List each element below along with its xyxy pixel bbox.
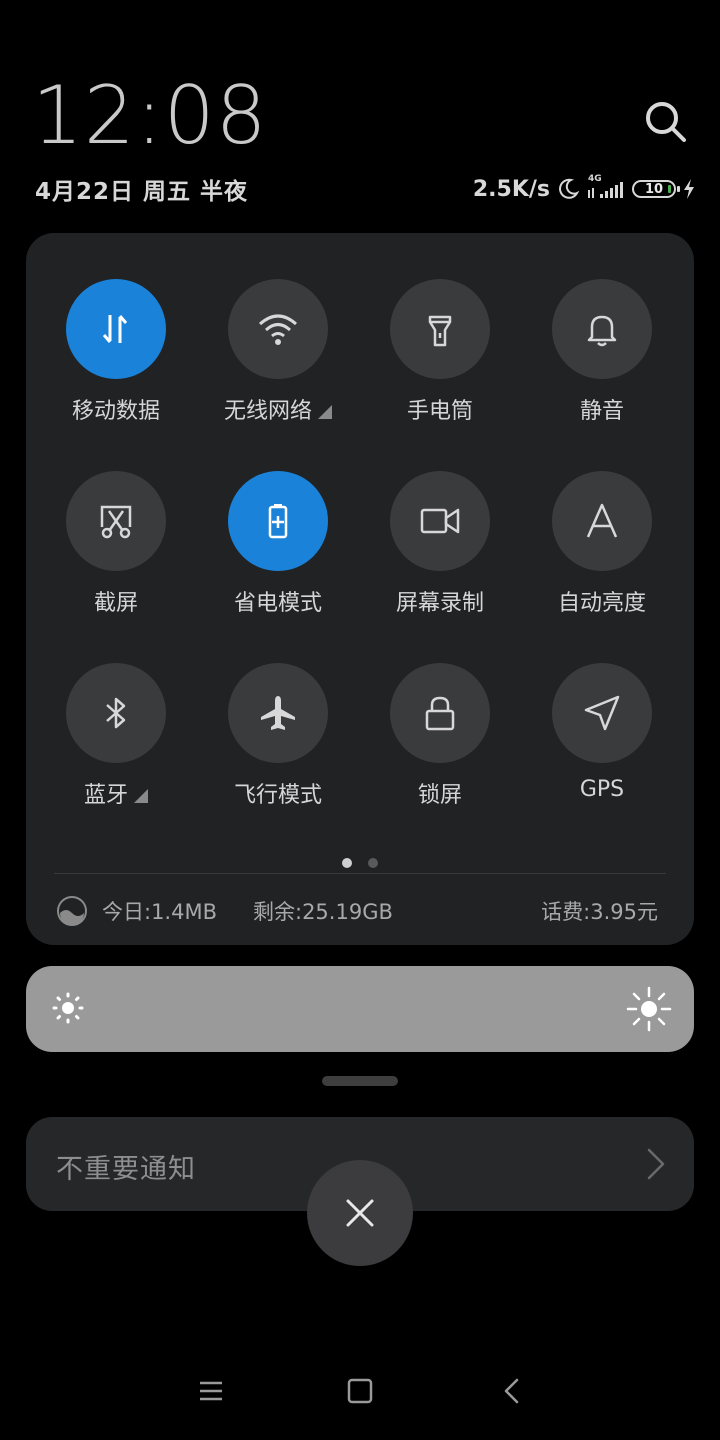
tile-mute[interactable]: 静音: [532, 279, 672, 425]
today-usage: 今日:1.4MB: [102, 900, 217, 924]
search-button[interactable]: [642, 98, 690, 146]
tile-label: 自动亮度: [557, 591, 646, 616]
wifi-icon: [259, 314, 297, 345]
tile-label-row: 蓝牙: [46, 777, 186, 809]
tile-battery-saver-circle[interactable]: [228, 471, 328, 571]
moon-icon: [559, 178, 580, 199]
divider: [54, 873, 666, 874]
tile-label: 屏幕录制: [395, 591, 484, 616]
location-arrow-icon: [584, 695, 620, 731]
drag-handle[interactable]: [322, 1076, 398, 1086]
data-usage-row[interactable]: 今日:1.4MB 剩余:25.19GB 话费:3.95元: [56, 889, 658, 933]
tile-label: 锁屏: [417, 783, 462, 808]
tile-label: 截屏: [93, 591, 138, 616]
search-icon: [646, 102, 686, 142]
clock: 12:08: [32, 69, 268, 162]
battery-level: 10: [644, 181, 664, 197]
brightness-low-icon: [52, 992, 84, 1024]
tile-label: 蓝牙: [83, 783, 128, 808]
tile-mute-circle[interactable]: [552, 279, 652, 379]
signal-bars-icon: [588, 182, 623, 198]
clear-all-button[interactable]: [307, 1160, 413, 1266]
expand-triangle-icon: [318, 405, 332, 419]
signal-strength-icon: 4G: [586, 174, 626, 202]
tile-lock-screen-circle[interactable]: [390, 663, 490, 763]
phone-balance: 话费:3.95元: [541, 900, 658, 924]
tile-label: 移动数据: [71, 399, 160, 424]
tile-battery-saver[interactable]: 省电模式: [208, 471, 348, 617]
tile-wifi[interactable]: 无线网络: [208, 279, 348, 425]
back-chevron-icon: [504, 1378, 519, 1404]
brightness-slider[interactable]: [26, 966, 694, 1052]
home-button[interactable]: [347, 1378, 373, 1408]
network-speed: 2.5K/s: [472, 176, 550, 202]
home-square-icon: [347, 1378, 373, 1404]
brightness-high-icon: [626, 986, 672, 1032]
tile-mobile-data[interactable]: 移动数据: [46, 279, 186, 425]
tile-label: 静音: [579, 399, 624, 424]
notification-label: 不重要通知: [56, 1154, 196, 1185]
tile-screen-record-circle[interactable]: [390, 471, 490, 571]
tile-airplane-circle[interactable]: [228, 663, 328, 763]
lock-icon: [425, 696, 455, 731]
tile-label: 手电筒: [406, 399, 473, 424]
video-camera-icon: [420, 508, 460, 534]
recents-button[interactable]: [198, 1378, 224, 1408]
tile-gps-circle[interactable]: [552, 663, 652, 763]
tile-mobile-data-circle[interactable]: [66, 279, 166, 379]
mobile-data-icon: [102, 315, 128, 343]
battery-tip: [677, 186, 680, 192]
tile-lock-screen[interactable]: 锁屏: [370, 663, 510, 809]
battery-fill: [668, 185, 671, 193]
tile-label: 省电模式: [233, 591, 322, 616]
tile-auto-brightness-circle[interactable]: [552, 471, 652, 571]
page-dot-active[interactable]: [342, 858, 352, 868]
notification-shade: 12:08 4月22日 周五 半夜 2.5K/s 4G 10 移动数据 无线网络…: [0, 0, 720, 1440]
tile-screenshot-circle[interactable]: [66, 471, 166, 571]
menu-icon: [200, 1381, 222, 1401]
data-usage-icon: [57, 896, 87, 926]
chevron-right-icon: [647, 1148, 665, 1180]
tile-label-row: 无线网络: [208, 393, 348, 425]
tile-wifi-circle[interactable]: [228, 279, 328, 379]
tile-flashlight[interactable]: 手电筒: [370, 279, 510, 425]
battery-saver-icon: [268, 504, 288, 539]
tile-auto-brightness[interactable]: 自动亮度: [532, 471, 672, 617]
tile-label: 飞行模式: [233, 783, 322, 808]
bell-icon: [587, 315, 617, 347]
flashlight-icon: [428, 315, 452, 347]
auto-brightness-icon: [586, 503, 618, 538]
tile-bluetooth[interactable]: 蓝牙: [46, 663, 186, 809]
date-text: 4月22日 周五 半夜: [35, 179, 249, 205]
page-indicator[interactable]: [26, 853, 694, 872]
tile-gps[interactable]: GPS: [532, 663, 672, 802]
remaining-data: 剩余:25.19GB: [253, 900, 393, 924]
tile-bluetooth-circle[interactable]: [66, 663, 166, 763]
quick-settings-panel: 移动数据 无线网络 手电筒 静音 截屏 省电模式 屏幕录制 自动亮度 蓝牙 飞行…: [26, 233, 694, 945]
back-button[interactable]: [500, 1378, 526, 1408]
bluetooth-icon: [106, 697, 126, 729]
tile-screenshot[interactable]: 截屏: [46, 471, 186, 617]
tile-airplane[interactable]: 飞行模式: [208, 663, 348, 809]
expand-triangle-icon: [134, 789, 148, 803]
airplane-icon: [261, 696, 295, 730]
tile-label: 无线网络: [223, 399, 312, 424]
close-icon: [346, 1199, 374, 1227]
tile-label: GPS: [579, 777, 625, 802]
tile-flashlight-circle[interactable]: [390, 279, 490, 379]
screenshot-icon: [100, 505, 132, 539]
charging-bolt-icon: [684, 179, 694, 199]
battery-indicator: 10: [632, 180, 680, 198]
page-dot[interactable]: [368, 858, 378, 868]
status-bar: 2.5K/s 4G 10: [473, 172, 696, 206]
navigation-bar: [0, 1360, 720, 1424]
tile-screen-record[interactable]: 屏幕录制: [370, 471, 510, 617]
